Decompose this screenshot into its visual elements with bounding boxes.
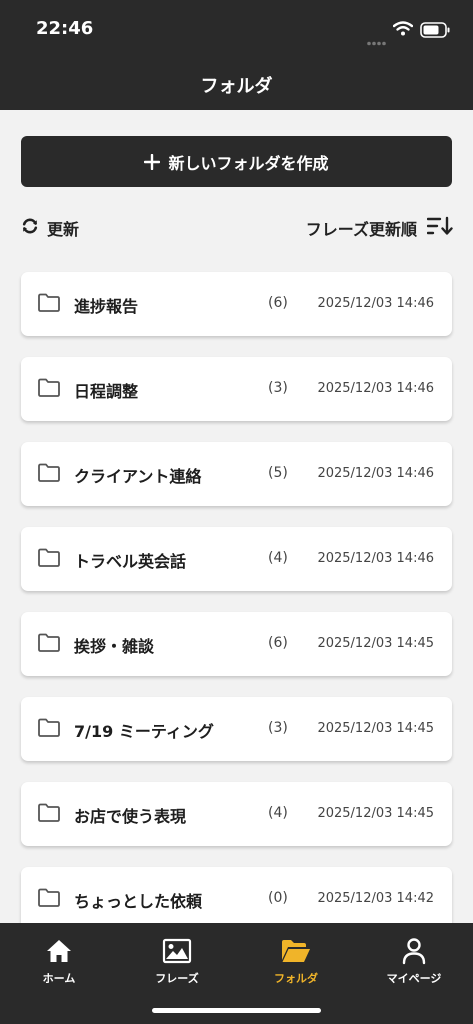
page-title: フォルダ: [200, 76, 273, 97]
folder-date: 2025/12/03 14:46: [317, 381, 434, 396]
tab-folders[interactable]: フォルダ: [237, 937, 355, 987]
tab-label: フォルダ: [274, 972, 318, 985]
refresh-button[interactable]: 更新: [21, 216, 79, 240]
folder-count: (4): [268, 805, 288, 821]
folder-icon: [37, 633, 61, 657]
folder-open-icon: [280, 937, 312, 965]
status-time: 22:46: [36, 18, 94, 39]
folder-icon: [37, 548, 61, 572]
home-indicator: [152, 1008, 321, 1013]
folder-count: (3): [268, 380, 288, 396]
folder-icon: [37, 888, 61, 912]
folder-item[interactable]: お店で使う表現 (4) 2025/12/03 14:45: [21, 782, 452, 846]
folder-name: トラベル英会話: [74, 552, 187, 571]
folder-name: お店で使う表現: [74, 807, 187, 826]
plus-icon: [144, 153, 161, 170]
folder-date: 2025/12/03 14:45: [317, 636, 434, 651]
new-folder-label: 新しいフォルダを作成: [168, 153, 329, 173]
folder-icon: [37, 803, 61, 827]
folder-count: (5): [268, 465, 288, 481]
folder-date: 2025/12/03 14:45: [317, 806, 434, 821]
signal-icon: [367, 31, 387, 50]
folder-date: 2025/12/03 14:46: [317, 551, 434, 566]
folder-count: (6): [268, 635, 288, 651]
nav-bar: フォルダ: [0, 60, 473, 110]
sort-icon: [426, 216, 453, 240]
folder-count: (4): [268, 550, 288, 566]
sort-button[interactable]: フレーズ更新順: [306, 216, 453, 240]
folder-item[interactable]: 7/19 ミーティング (3) 2025/12/03 14:45: [21, 697, 452, 761]
home-icon: [45, 937, 73, 965]
folder-item[interactable]: 進捗報告 (6) 2025/12/03 14:46: [21, 272, 452, 336]
folder-icon: [37, 378, 61, 402]
wifi-icon: [392, 21, 414, 40]
image-icon: [162, 937, 192, 965]
folder-name: 挨拶・雑談: [74, 637, 155, 656]
folder-count: (6): [268, 295, 288, 311]
folder-icon: [37, 718, 61, 742]
folder-item[interactable]: 挨拶・雑談 (6) 2025/12/03 14:45: [21, 612, 452, 676]
new-folder-button[interactable]: 新しいフォルダを作成: [21, 136, 452, 187]
folder-item[interactable]: トラベル英会話 (4) 2025/12/03 14:46: [21, 527, 452, 591]
tab-label: マイページ: [386, 972, 442, 985]
folder-date: 2025/12/03 14:46: [317, 466, 434, 481]
folder-count: (0): [268, 890, 288, 906]
folder-name: クライアント連絡: [74, 467, 202, 486]
folder-name: ちょっとした依頼: [74, 892, 203, 911]
folder-name: 日程調整: [74, 382, 139, 401]
user-icon: [401, 937, 427, 965]
refresh-label: 更新: [47, 220, 80, 239]
tab-label: フレーズ: [155, 972, 199, 985]
folder-date: 2025/12/03 14:42: [317, 891, 434, 906]
folder-list: 進捗報告 (6) 2025/12/03 14:46 日程調整 (3) 2025/…: [21, 272, 452, 952]
folder-name: 7/19 ミーティング: [74, 722, 214, 741]
folder-icon: [37, 293, 61, 317]
folder-item[interactable]: クライアント連絡 (5) 2025/12/03 14:46: [21, 442, 452, 506]
folder-count: (3): [268, 720, 288, 736]
folder-date: 2025/12/03 14:46: [317, 296, 434, 311]
refresh-icon: [21, 217, 39, 239]
sort-label: フレーズ更新順: [305, 220, 417, 239]
tab-mypage[interactable]: マイページ: [355, 937, 473, 987]
folder-date: 2025/12/03 14:45: [317, 721, 434, 736]
battery-icon: [420, 22, 450, 42]
folder-item[interactable]: 日程調整 (3) 2025/12/03 14:46: [21, 357, 452, 421]
tab-label: ホーム: [42, 972, 76, 985]
tab-phrases[interactable]: フレーズ: [118, 937, 236, 987]
status-bar: 22:46: [0, 0, 473, 60]
tab-home[interactable]: ホーム: [0, 937, 118, 987]
folder-item[interactable]: ちょっとした依頼 (0) 2025/12/03 14:42: [21, 867, 452, 931]
folder-name: 進捗報告: [74, 297, 139, 316]
folder-icon: [37, 463, 61, 487]
